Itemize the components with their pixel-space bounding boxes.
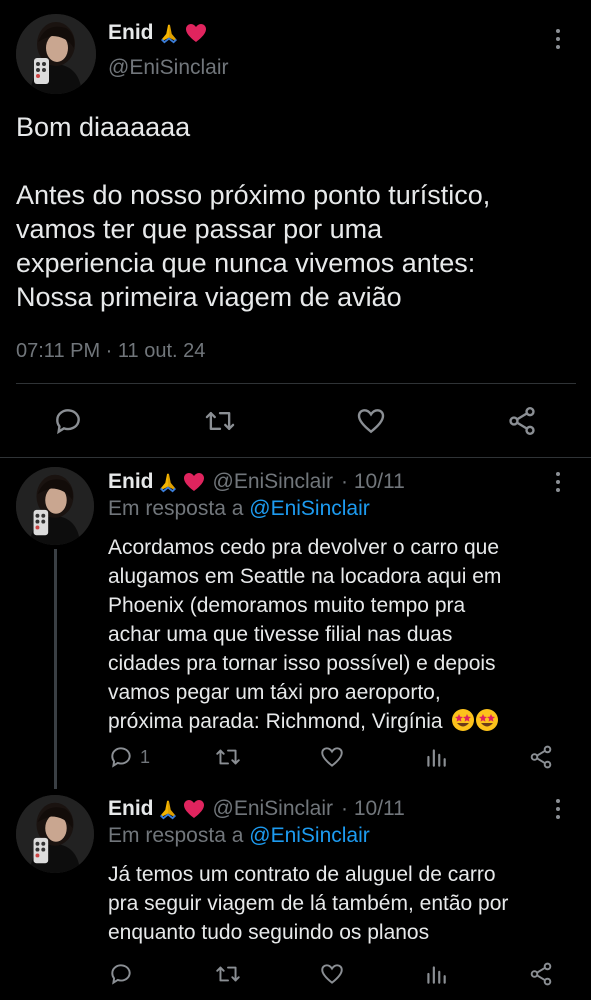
main-avatar[interactable] [16,14,96,94]
main-timestamp[interactable]: 07:11 PM · 11 out. 24 [16,340,205,363]
reply-1-text-block: Acordamos cedo pra devolver o carro que … [108,533,578,736]
star-struck-emoji-icon [451,708,475,732]
reply-icon [111,747,131,768]
reply-1-reply-to-link[interactable]: @EniSinclair [249,497,370,520]
reply-2-retweet-icon[interactable] [214,961,242,987]
reply-2-in-reply-to: Em resposta a @EniSinclair [108,824,370,848]
reply-2-share-icon[interactable] [527,961,555,987]
reply-2-date[interactable]: · 10/11 [341,797,405,821]
main-handle[interactable]: @EniSinclair [108,56,229,80]
reply-2-more-options-icon[interactable] [548,796,568,822]
reply-1-text: Acordamos cedo pra devolver o carro que … [108,536,502,733]
star-struck-emoji-icon [475,708,499,732]
reply-2-reply-icon[interactable] [108,961,134,987]
folded-hands-emoji-icon [157,798,179,820]
reply-2-reply-prefix: Em resposta a [108,824,244,847]
reply-1-header[interactable]: Enid @EniSinclair · 10/11 [108,469,405,495]
main-reply-icon[interactable] [52,405,84,437]
main-divider [16,383,576,384]
reply-1-in-reply-to: Em resposta a @EniSinclair [108,497,370,521]
reply-1-like-icon[interactable] [318,744,346,770]
reply-1-date[interactable]: · 10/11 [341,470,405,494]
reply-1-analytics-icon[interactable] [423,744,449,770]
reply-1-handle[interactable]: @EniSinclair [213,470,334,494]
main-display-name[interactable]: Enid [108,21,154,45]
reply-2-like-icon[interactable] [318,961,346,987]
reply-2-handle[interactable]: @EniSinclair [213,797,334,821]
reply-1-retweet-icon[interactable] [214,744,242,770]
reply-2-avatar[interactable] [16,795,94,873]
reply-2-analytics-icon[interactable] [423,961,449,987]
reply-2-reply-to-link[interactable]: @EniSinclair [249,824,370,847]
main-author-name-row[interactable]: Enid [108,20,208,46]
reply-1-more-options-icon[interactable] [548,469,568,495]
main-more-options-icon[interactable] [548,26,568,52]
reply-1-display-name[interactable]: Enid [108,470,154,494]
main-share-icon[interactable] [505,405,539,437]
red-heart-emoji-icon [182,470,206,494]
reply-2-text: Já temos um contrato de aluguel de carro… [108,863,509,944]
main-tweet-text: Bom diaaaaaa Antes do nosso próximo pont… [16,112,491,312]
reply-1-reply-button[interactable]: 1 [108,744,150,770]
reply-2-display-name[interactable]: Enid [108,797,154,821]
red-heart-emoji-icon [184,21,208,45]
section-divider [0,457,591,458]
reply-1-share-icon[interactable] [527,744,555,770]
reply-1-avatar[interactable] [16,467,94,545]
folded-hands-emoji-icon [158,22,180,44]
reply-1-reply-prefix: Em resposta a [108,497,244,520]
main-retweet-icon[interactable] [203,405,237,437]
main-like-icon[interactable] [354,405,388,437]
red-heart-emoji-icon [182,797,206,821]
thread-line [54,549,57,789]
reply-1-reply-count: 1 [140,746,151,767]
folded-hands-emoji-icon [157,471,179,493]
reply-2-header[interactable]: Enid @EniSinclair · 10/11 [108,796,405,822]
